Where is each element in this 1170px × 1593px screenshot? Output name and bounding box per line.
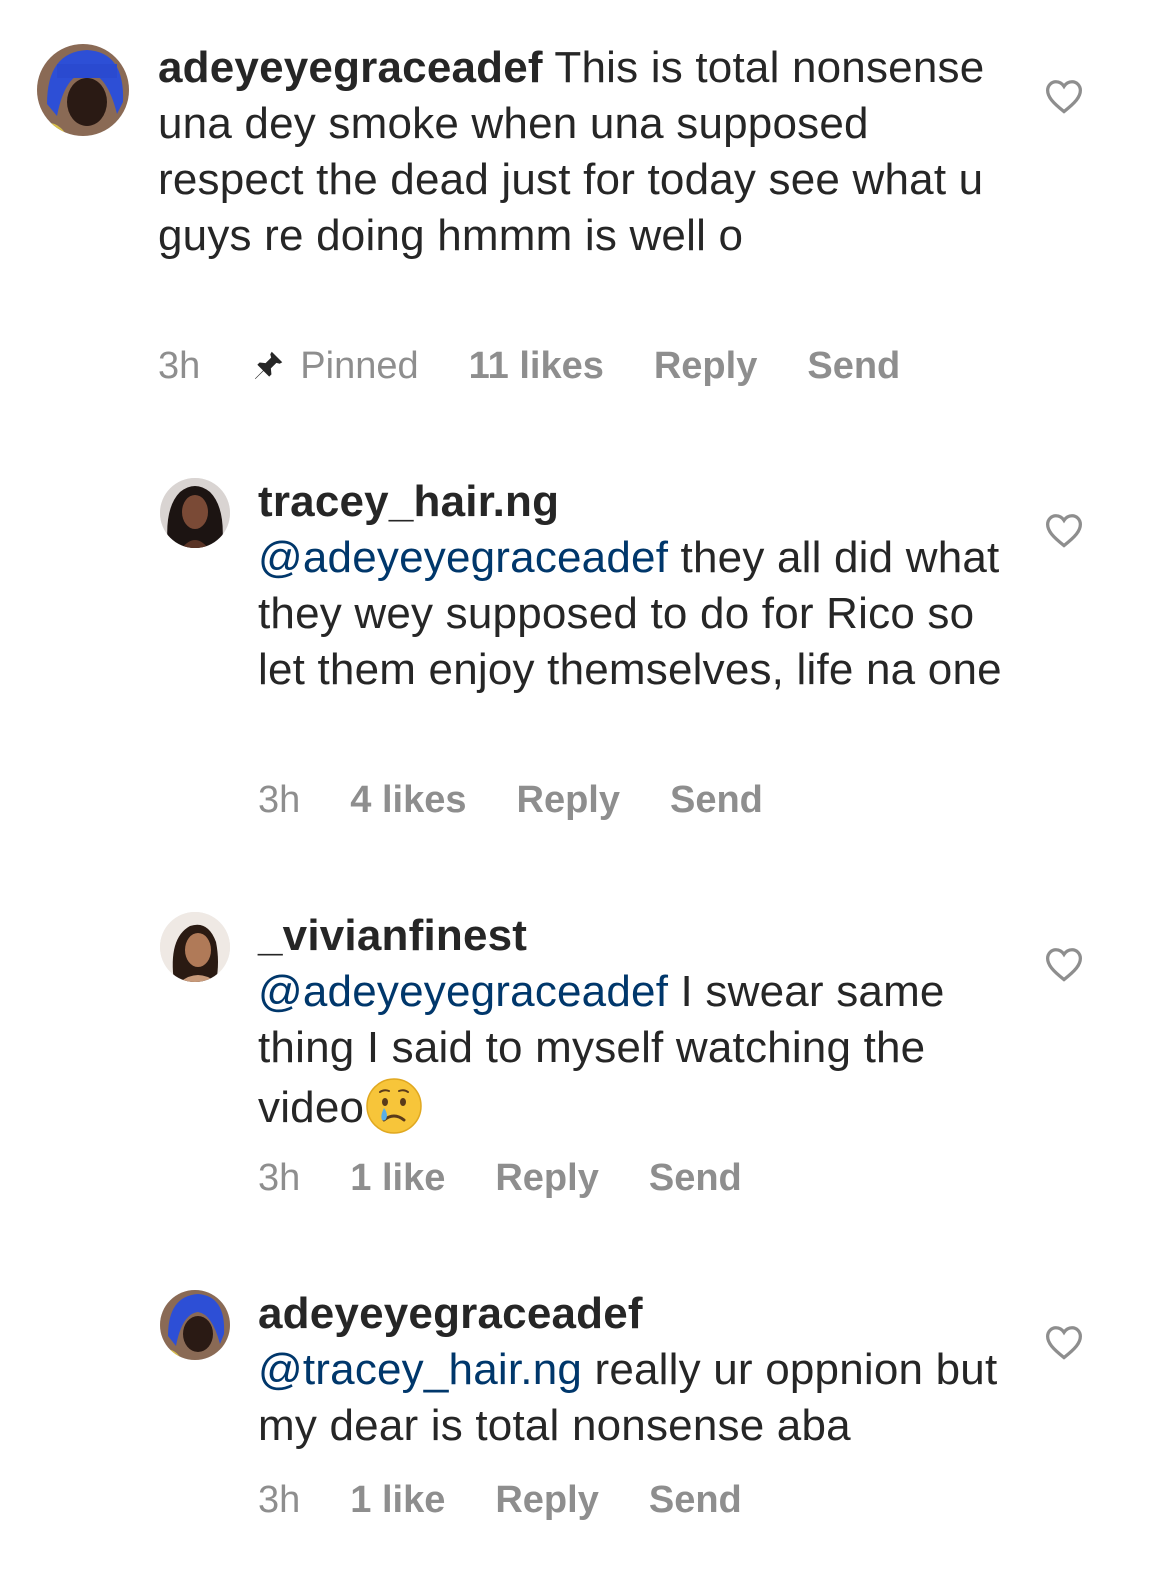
- profile-photo: [160, 478, 230, 548]
- send-button[interactable]: Send: [649, 1478, 742, 1522]
- comment-username[interactable]: adeyeyegraceadef: [158, 43, 543, 92]
- comment-1: adeyeyegraceadef This is total nonsense …: [0, 0, 1170, 420]
- pinned-indicator: Pinned: [250, 344, 419, 388]
- profile-photo: [37, 44, 129, 136]
- comment-time: 3h: [258, 1479, 301, 1521]
- avatar[interactable]: [160, 912, 230, 982]
- reply-button[interactable]: Reply: [495, 1478, 598, 1522]
- mention-link[interactable]: @adeyeyegraceadef: [258, 533, 668, 582]
- pinned-label: Pinned: [300, 345, 419, 387]
- likes-count[interactable]: 1 like: [350, 1478, 445, 1522]
- reply-button[interactable]: Reply: [654, 344, 757, 388]
- like-heart-icon[interactable]: [1044, 78, 1084, 114]
- comment-username[interactable]: tracey_hair.ng: [258, 474, 1008, 530]
- comment-time: 3h: [258, 779, 301, 821]
- like-heart-icon[interactable]: [1044, 512, 1084, 548]
- comment-4: adeyeyegraceadef @tracey_hair.ng really …: [0, 1252, 1170, 1592]
- comment-2: tracey_hair.ng @adeyeyegraceadef they al…: [0, 440, 1170, 860]
- send-button[interactable]: Send: [670, 778, 763, 822]
- comment-username[interactable]: _vivianfinest: [258, 908, 1008, 964]
- like-heart-icon[interactable]: [1044, 1324, 1084, 1360]
- comment-text: adeyeyegraceadef This is total nonsense …: [158, 40, 998, 264]
- avatar[interactable]: [37, 44, 129, 136]
- avatar[interactable]: [160, 1290, 230, 1360]
- reply-button[interactable]: Reply: [495, 1156, 598, 1200]
- like-heart-icon[interactable]: [1044, 946, 1084, 982]
- crying-face-emoji: [364, 1076, 424, 1136]
- mention-link[interactable]: @adeyeyegraceadef: [258, 967, 668, 1016]
- comment-3: _vivianfinest @adeyeyegraceadef I swear …: [0, 874, 1170, 1234]
- pin-icon: [255, 351, 283, 380]
- reply-button[interactable]: Reply: [517, 778, 620, 822]
- avatar[interactable]: [160, 478, 230, 548]
- profile-photo: [160, 1290, 230, 1360]
- comment-time: 3h: [258, 1157, 301, 1199]
- comment-username[interactable]: adeyeyegraceadef: [258, 1286, 1008, 1342]
- mention-link[interactable]: @tracey_hair.ng: [258, 1345, 582, 1394]
- comment-meta: 3h 4 likes Reply Send: [258, 778, 813, 822]
- comment-meta: 3h 1 like Reply Send: [258, 1156, 792, 1200]
- comment-meta: 3h 1 like Reply Send: [258, 1478, 792, 1522]
- send-button[interactable]: Send: [807, 344, 900, 388]
- likes-count[interactable]: 4 likes: [350, 778, 466, 822]
- comment-text: _vivianfinest @adeyeyegraceadef I swear …: [258, 908, 1008, 1136]
- comment-meta: 3h Pinned 11 likes Reply Send: [158, 344, 950, 388]
- comment-text: tracey_hair.ng @adeyeyegraceadef they al…: [258, 474, 1008, 698]
- likes-count[interactable]: 11 likes: [469, 344, 604, 388]
- profile-photo: [160, 912, 230, 982]
- comment-time: 3h: [158, 345, 201, 387]
- likes-count[interactable]: 1 like: [350, 1156, 445, 1200]
- comment-text: adeyeyegraceadef @tracey_hair.ng really …: [258, 1286, 1008, 1454]
- send-button[interactable]: Send: [649, 1156, 742, 1200]
